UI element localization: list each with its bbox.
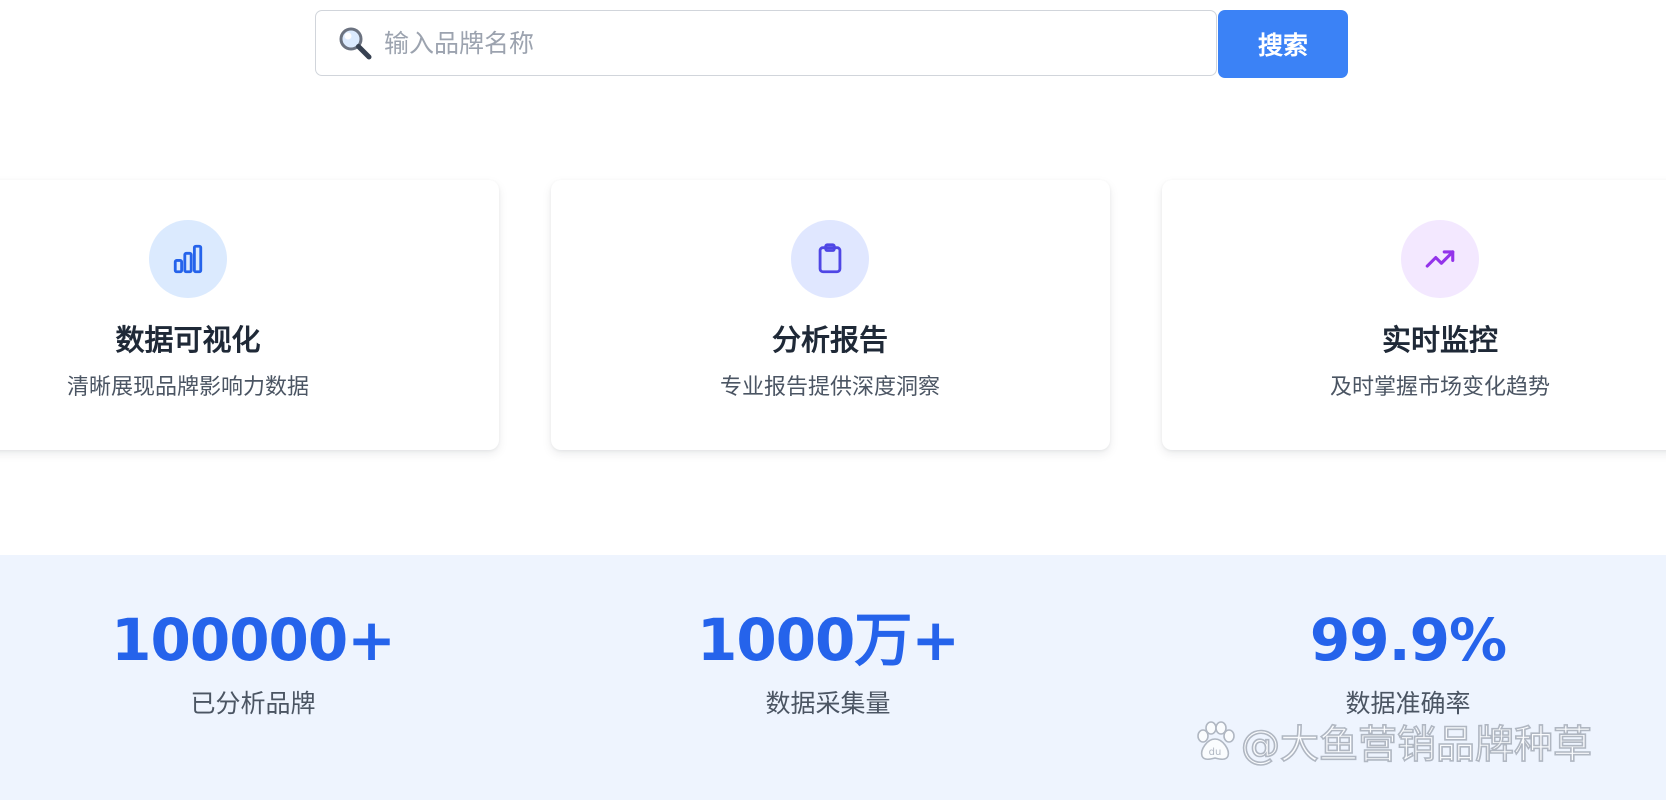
feature-title: 分析报告	[771, 323, 888, 357]
stat-brands-analyzed: 100000+ 已分析品牌	[43, 605, 463, 721]
watermark-text: @大鱼营销品牌种草	[1240, 722, 1593, 769]
feature-description: 及时掌握市场变化趋势	[1329, 375, 1550, 400]
search-input[interactable]	[384, 28, 1184, 58]
feature-title: 数据可视化	[115, 323, 261, 357]
stat-value: 100000+	[111, 606, 396, 674]
search-box[interactable]	[315, 10, 1217, 76]
watermark: du @大鱼营销品牌种草	[1193, 712, 1593, 772]
feature-card-realtime-monitoring: 实时监控 及时掌握市场变化趋势	[1162, 180, 1666, 450]
trending-up-icon	[1401, 220, 1479, 298]
search-icon	[336, 24, 374, 62]
stat-label: 数据采集量	[765, 689, 891, 718]
search-bar: 搜索	[315, 10, 1348, 78]
svg-text:du: du	[1209, 747, 1222, 758]
stat-value: 99.9%	[1309, 606, 1507, 674]
baidu-paw-icon: du	[1193, 720, 1237, 764]
feature-card-analysis-report: 分析报告 专业报告提供深度洞察	[551, 180, 1110, 450]
search-button[interactable]: 搜索	[1218, 10, 1348, 78]
clipboard-icon	[791, 220, 869, 298]
feature-cards: 数据可视化 清晰展现品牌影响力数据 分析报告 专业报告提供深度洞察 实时监控 及…	[0, 180, 1666, 450]
stat-data-collected: 1000万+ 数据采集量	[618, 605, 1038, 721]
feature-description: 专业报告提供深度洞察	[719, 375, 940, 400]
feature-description: 清晰展现品牌影响力数据	[66, 375, 309, 400]
bar-chart-icon	[149, 220, 227, 298]
feature-card-data-visualization: 数据可视化 清晰展现品牌影响力数据	[0, 180, 499, 450]
stat-value: 1000万+	[696, 606, 960, 674]
stat-accuracy: 99.9% 数据准确率	[1198, 605, 1618, 721]
stat-label: 已分析品牌	[190, 689, 316, 718]
feature-title: 实时监控	[1381, 323, 1498, 357]
